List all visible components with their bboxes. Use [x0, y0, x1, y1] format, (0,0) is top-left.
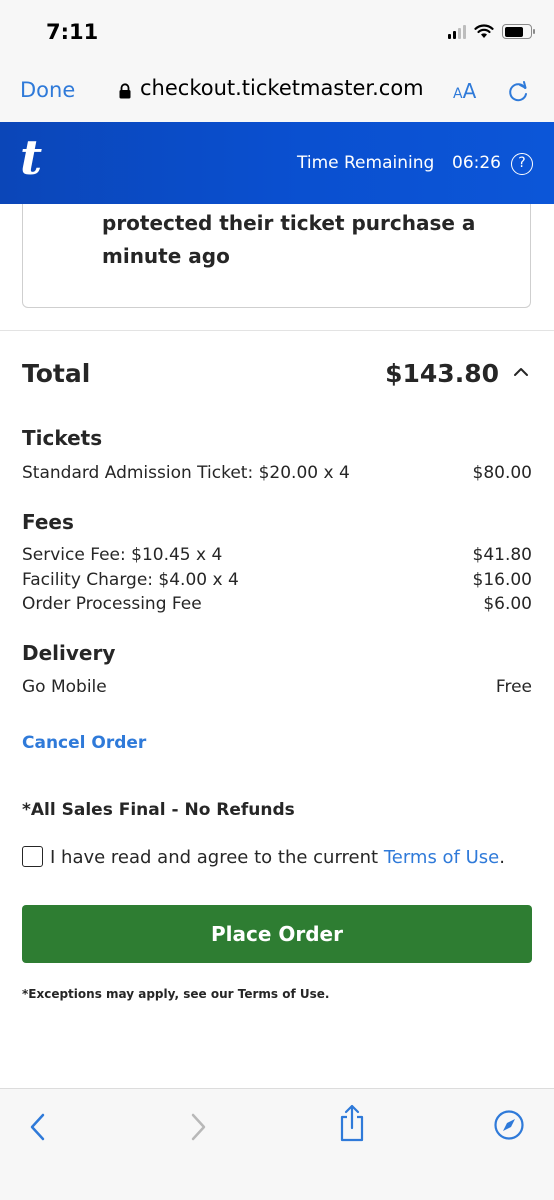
battery-icon [502, 24, 535, 39]
delivery-section-title: Delivery [22, 641, 116, 665]
protection-card: protected their ticket purchase a minute… [22, 204, 531, 308]
sales-final-notice: *All Sales Final - No Refunds [22, 800, 295, 820]
delivery-line-label: Go Mobile [22, 677, 107, 697]
section-divider [0, 330, 554, 331]
fee-line-label: Service Fee: $10.45 x 4 [22, 545, 223, 565]
terms-checkbox[interactable] [22, 846, 43, 867]
ticket-line-value: $80.00 [472, 463, 532, 483]
delivery-line-value: Free [495, 677, 532, 697]
status-icons [448, 24, 535, 39]
fee-line-value: $6.00 [483, 594, 532, 614]
terms-agree-prefix: I have read and agree to the current [50, 847, 384, 868]
fee-line-value: $41.80 [472, 545, 532, 565]
signal-icon [448, 24, 466, 39]
browser-url-bar: Done checkout.ticketmaster.com AA [0, 64, 554, 122]
ticketmaster-logo[interactable]: t [20, 130, 42, 186]
protection-text: protected their ticket purchase a minute… [102, 211, 476, 268]
place-order-button[interactable]: Place Order [22, 905, 532, 963]
chevron-up-icon[interactable] [513, 366, 529, 378]
tickets-section-title: Tickets [22, 426, 103, 450]
help-icon[interactable]: ? [511, 153, 533, 175]
done-button[interactable]: Done [20, 78, 75, 102]
ticket-line-label: Standard Admission Ticket: $20.00 x 4 [22, 463, 350, 483]
time-remaining-label: Time Remaining [297, 153, 435, 173]
forward-icon[interactable] [188, 1109, 208, 1145]
back-icon[interactable] [28, 1109, 48, 1145]
ticketmaster-header: t Time Remaining 06:26 ? [0, 122, 554, 204]
fee-line-value: $16.00 [472, 570, 532, 590]
fee-line-label: Facility Charge: $4.00 x 4 [22, 570, 239, 590]
exceptions-note: *Exceptions may apply, see our Terms of … [22, 987, 330, 1001]
text-size-button[interactable]: AA [453, 79, 476, 103]
total-label: Total [22, 359, 91, 388]
wifi-icon [474, 24, 494, 38]
compass-icon[interactable] [493, 1109, 525, 1141]
status-bar: 7:11 [0, 0, 554, 64]
reload-icon[interactable] [505, 79, 531, 105]
status-time: 7:11 [46, 20, 99, 44]
total-amount: $143.80 [385, 359, 499, 388]
terms-agree-text: I have read and agree to the current Ter… [50, 847, 505, 868]
terms-agree-suffix: . [499, 847, 505, 868]
cancel-order-link[interactable]: Cancel Order [22, 733, 146, 753]
fee-line-label: Order Processing Fee [22, 594, 202, 614]
terms-of-use-link[interactable]: Terms of Use [384, 847, 499, 868]
fees-section-title: Fees [22, 510, 74, 534]
share-icon[interactable] [338, 1103, 366, 1143]
time-remaining-value: 06:26 [452, 153, 501, 173]
lock-icon [119, 83, 131, 99]
url-text[interactable]: checkout.ticketmaster.com [140, 76, 424, 100]
browser-toolbar [0, 1088, 554, 1200]
